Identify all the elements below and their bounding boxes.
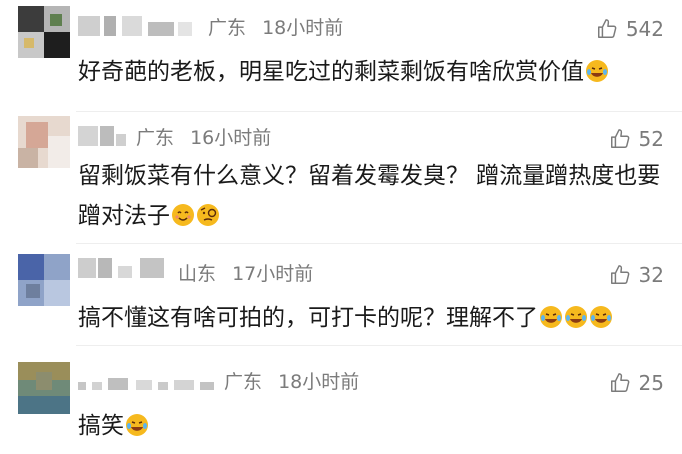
username-blurred[interactable]: [78, 372, 218, 394]
comment-body: 搞笑: [78, 413, 124, 439]
comment-body: 搞不懂这有啥可拍的，可打卡的呢？理解不了: [78, 305, 538, 331]
comment-body: 留剩饭菜有什么意义？留着发霉发臭？ 蹭流量蹭热度也要蹭对法子: [78, 163, 661, 229]
time-label: 16小时前: [190, 127, 272, 149]
avatar[interactable]: [18, 116, 70, 168]
thumbs-up-icon: [597, 19, 617, 38]
username-blurred[interactable]: [78, 16, 196, 38]
avatar[interactable]: [18, 254, 70, 306]
comment-text: 好奇葩的老板，明星吃过的剩菜剩饭有啥欣赏价值: [78, 52, 663, 92]
comment-text: 搞笑: [78, 406, 663, 446]
like-count: 542: [625, 17, 664, 41]
username-blurred[interactable]: [78, 258, 170, 280]
avatar[interactable]: [18, 362, 70, 414]
thumbs-up-icon: [610, 129, 629, 148]
like-button[interactable]: 542: [596, 16, 664, 42]
comment-body: 好奇葩的老板，明星吃过的剩菜剩饭有啥欣赏价值: [78, 59, 584, 85]
location-label: 广东: [136, 127, 175, 149]
thumbs-up-icon: [610, 265, 629, 284]
comment-item: 广东 18小时前 542 好奇葩的老板，明星吃过的剩菜剩饭有啥欣赏价值: [0, 0, 682, 112]
location-label: 广东: [208, 17, 247, 39]
avatar[interactable]: [18, 6, 70, 58]
time-label: 18小时前: [278, 371, 360, 393]
laughing-crying-emoji-icon: [540, 306, 562, 328]
like-button[interactable]: 25: [609, 370, 664, 396]
smiling-emoji-icon: [172, 204, 194, 226]
like-button[interactable]: 52: [609, 126, 664, 152]
like-count: 25: [638, 371, 664, 395]
time-label: 18小时前: [262, 17, 344, 39]
comment-meta: 山东 17小时前: [178, 262, 323, 286]
comment-item: 山东 17小时前 32 搞不懂这有啥可拍的，可打卡的呢？理解不了: [0, 244, 682, 346]
laughing-crying-emoji-icon: [126, 414, 148, 436]
comment-meta: 广东 18小时前: [224, 370, 369, 394]
time-label: 17小时前: [232, 263, 314, 285]
comment-meta: 广东 18小时前: [208, 16, 353, 40]
like-count: 52: [638, 127, 664, 151]
comment-item: 广东 16小时前 52 留剩饭菜有什么意义？留着发霉发臭？ 蹭流量蹭热度也要蹭对…: [0, 112, 682, 244]
laughing-crying-emoji-icon: [586, 60, 608, 82]
puzzled-monocle-emoji-icon: [197, 204, 219, 226]
comment-meta: 广东 16小时前: [136, 126, 281, 150]
location-label: 山东: [178, 263, 217, 285]
username-blurred[interactable]: [78, 126, 128, 148]
location-label: 广东: [224, 371, 263, 393]
comment-item: 广东 18小时前 25 搞笑: [0, 346, 682, 454]
laughing-crying-emoji-icon: [565, 306, 587, 328]
comment-text: 留剩饭菜有什么意义？留着发霉发臭？ 蹭流量蹭热度也要蹭对法子: [78, 156, 663, 236]
like-count: 32: [638, 263, 664, 287]
thumbs-up-icon: [610, 373, 629, 392]
laughing-crying-emoji-icon: [590, 306, 612, 328]
comment-text: 搞不懂这有啥可拍的，可打卡的呢？理解不了: [78, 298, 663, 338]
like-button[interactable]: 32: [609, 262, 664, 288]
